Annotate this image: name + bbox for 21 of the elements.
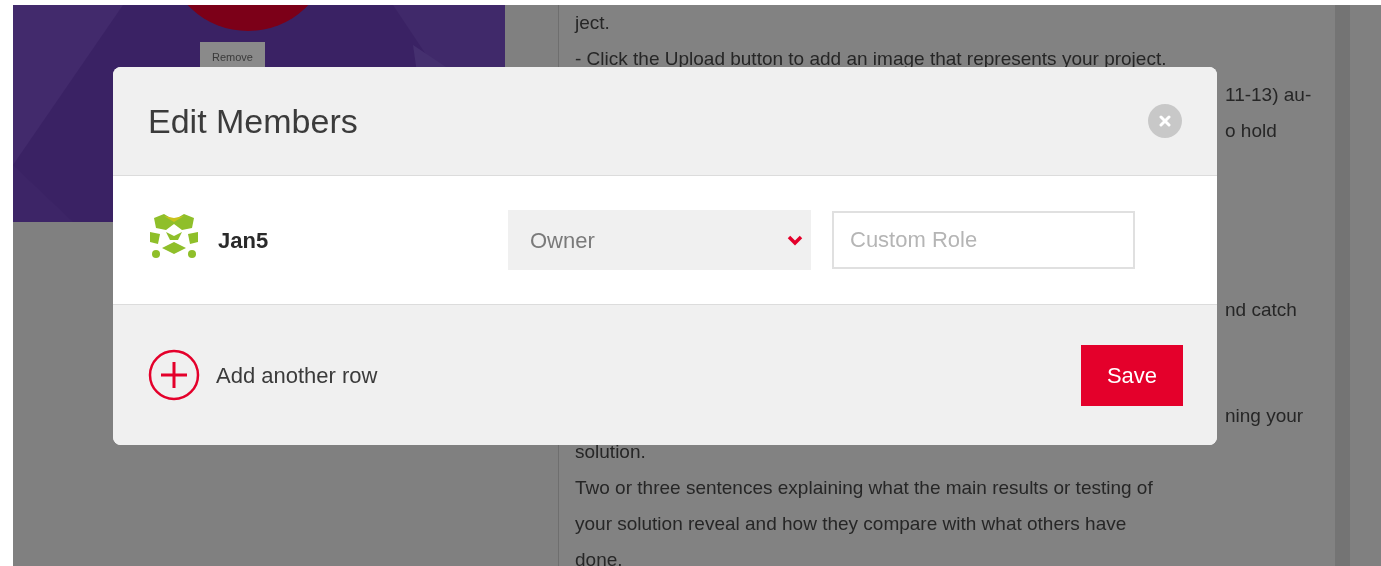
body-text: ning your [1225,404,1304,428]
body-text: your solution reveal and how they compare with what others have [575,512,1127,536]
custom-role-field[interactable]: Custom Role [832,211,1135,269]
body-text: solution. [575,440,646,464]
body-text: Two or three sentences explaining what the main results or testing of [575,476,1153,500]
add-row-button[interactable]: Add another row [148,349,378,401]
body-text: nd catch [1225,298,1297,322]
body-text: done. [575,548,623,566]
role-dropdown[interactable]: Owner [508,210,811,270]
user-avatar [148,214,200,260]
body-text: - Click the Upload button to add an image that represents your project. [575,47,1167,71]
body-text: o hold [1225,119,1277,143]
body-text: 11-13) au- [1225,83,1312,107]
save-button[interactable]: Save [1081,344,1183,406]
member-name: Jan5 [218,226,270,255]
close-icon [1159,115,1171,127]
chevron-down-icon [787,234,803,246]
close-button[interactable] [1148,104,1182,138]
plus-circle-icon [148,349,200,401]
body-text: ject. [575,11,610,35]
dialog-title: Edit Members [148,100,358,142]
